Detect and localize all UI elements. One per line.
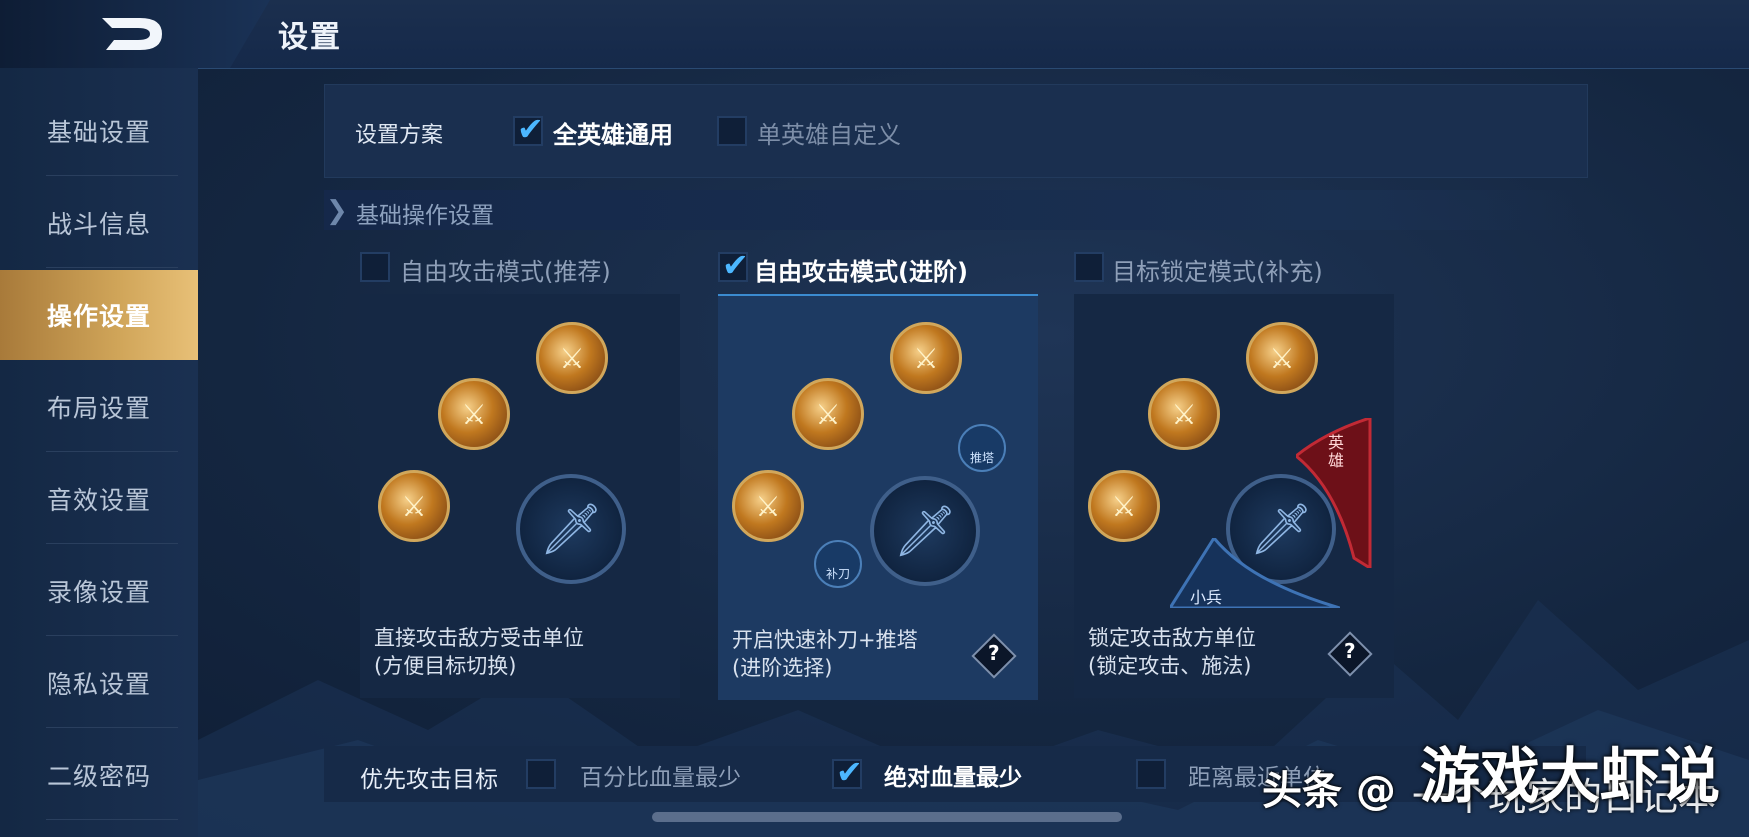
priority-label: 优先攻击目标 [360, 767, 498, 793]
section-title: 基础操作设置 [356, 203, 494, 229]
sidebar-item-secondary-password[interactable]: 二级密码 [0, 730, 198, 820]
help-button[interactable]: ? [1327, 631, 1373, 677]
mode-target-lock-option[interactable]: 目标锁定模式(补充) [1072, 250, 1392, 286]
nearest-unit-checkbox[interactable] [1136, 759, 1166, 789]
help-button[interactable]: ? [971, 633, 1017, 679]
mode-card-target-lock[interactable]: ⚔ ⚔ ⚔ 英雄 🗡 小兵 锁定攻击敌方单位 (锁定攻击、施法) ? [1074, 294, 1394, 698]
lowest-percent-hp-checkbox[interactable] [526, 759, 556, 789]
sidebar-item-label: 布局设置 [46, 394, 151, 423]
desc-line-2: (进阶选择) [732, 656, 833, 680]
mode-free-recommended-label[interactable]: 自由攻击模式(推荐) [400, 252, 611, 287]
sidebar-item-label: 隐私设置 [46, 670, 151, 699]
hero-tab-label: 英雄 [1328, 433, 1345, 470]
mode-free-recommended-option[interactable]: 自由攻击模式(推荐) [358, 250, 678, 286]
sidebar-item-sound[interactable]: 音效设置 [0, 454, 198, 544]
watermark-source: 头条 @ [1262, 768, 1396, 814]
check-icon: ✔ [722, 246, 749, 284]
sidebar-item-label: 操作设置 [46, 302, 151, 331]
skill-2-icon: ⚔ [792, 378, 864, 450]
single-hero-checkbox[interactable] [717, 116, 747, 146]
back-button[interactable] [96, 12, 168, 56]
skill-2-icon: ⚔ [1148, 378, 1220, 450]
mode-card-free-recommended[interactable]: ⚔ ⚔ ⚔ 🗡 直接攻击敌方受击单位 (方便目标切换) [360, 294, 680, 698]
top-bar: 设置 [0, 0, 1749, 69]
page-title: 设置 [278, 20, 342, 55]
chevron-right-icon: ❯ [326, 196, 348, 226]
sidebar-item-basic[interactable]: 基础设置 [0, 86, 198, 176]
skill-1-icon: ⚔ [1088, 470, 1160, 542]
watermark-brand: 游戏大虾说 [1420, 742, 1720, 812]
section-header: ❯ 基础操作设置 [324, 190, 1586, 230]
skill-3-icon: ⚔ [890, 322, 962, 394]
mode-free-advanced-label[interactable]: 自由攻击模式(进阶) [754, 252, 968, 287]
all-heroes-label[interactable]: 全英雄通用 [553, 115, 673, 150]
sidebar-item-label: 音效设置 [46, 486, 151, 515]
lowest-absolute-hp-checkbox[interactable]: ✔ [832, 753, 863, 791]
sidebar: 基础设置 战斗信息 操作设置 布局设置 音效设置 录像设置 隐私设置 二级密码 [0, 68, 198, 837]
basic-attack-icon: 🗡 [516, 474, 626, 584]
sidebar-item-label: 录像设置 [46, 578, 151, 607]
single-hero-label[interactable]: 单英雄自定义 [757, 115, 901, 150]
skill-3-icon: ⚔ [1246, 322, 1318, 394]
last-hit-button: 补刀 [814, 540, 862, 588]
mode-card-description: 锁定攻击敌方单位 (锁定攻击、施法) [1088, 624, 1256, 680]
sidebar-item-label: 战斗信息 [46, 210, 151, 239]
all-heroes-checkbox[interactable]: ✔ [513, 110, 544, 148]
check-icon: ✔ [836, 753, 863, 791]
help-icon: ? [1344, 639, 1356, 664]
scheme-label: 设置方案 [355, 123, 444, 148]
mode-free-advanced-checkbox[interactable]: ✔ [718, 246, 749, 284]
lowest-absolute-hp-label[interactable]: 绝对血量最少 [884, 758, 1022, 792]
skill-3-icon: ⚔ [536, 322, 608, 394]
lowest-percent-hp-label[interactable]: 百分比血量最少 [580, 758, 741, 792]
check-icon: ✔ [517, 110, 544, 148]
sidebar-item-privacy[interactable]: 隐私设置 [0, 638, 198, 728]
mode-card-free-advanced[interactable]: ⚔ ⚔ ⚔ 推塔 🗡 补刀 开启快速补刀+推塔 (进阶选择) ? [718, 294, 1038, 700]
sidebar-item-label: 二级密码 [46, 762, 151, 791]
back-arrow-icon [102, 18, 162, 50]
priority-target-row: 优先攻击目标 百分比血量最少 ✔ 绝对血量最少 距离最近单位 [324, 746, 1586, 802]
desc-line-1: 锁定攻击敌方单位 [1088, 626, 1256, 650]
sidebar-item-replay[interactable]: 录像设置 [0, 546, 198, 636]
mode-free-advanced-option[interactable]: ✔ 自由攻击模式(进阶) [716, 246, 1036, 287]
push-tower-button: 推塔 [958, 424, 1006, 472]
horizontal-scrollbar[interactable] [652, 812, 1122, 822]
desc-line-1: 开启快速补刀+推塔 [732, 628, 918, 652]
sidebar-item-controls[interactable]: 操作设置 [0, 270, 198, 360]
help-icon: ? [988, 641, 1000, 666]
scheme-row: 设置方案 ✔ 全英雄通用 单英雄自定义 [324, 84, 1588, 178]
skill-1-icon: ⚔ [378, 470, 450, 542]
skill-2-icon: ⚔ [438, 378, 510, 450]
mode-card-description: 开启快速补刀+推塔 (进阶选择) [732, 626, 918, 682]
mode-target-lock-label[interactable]: 目标锁定模式(补充) [1112, 252, 1323, 287]
desc-line-2: (方便目标切换) [374, 654, 517, 678]
skill-1-icon: ⚔ [732, 470, 804, 542]
mode-target-lock-checkbox[interactable] [1074, 252, 1104, 282]
minion-tab-label: 小兵 [1190, 588, 1223, 607]
desc-line-2: (锁定攻击、施法) [1088, 654, 1252, 678]
sidebar-item-layout[interactable]: 布局设置 [0, 362, 198, 452]
basic-attack-icon: 🗡 [870, 476, 980, 586]
mode-free-recommended-checkbox[interactable] [360, 252, 390, 282]
sidebar-item-battle-info[interactable]: 战斗信息 [0, 178, 198, 268]
mode-card-description: 直接攻击敌方受击单位 (方便目标切换) [374, 624, 584, 680]
sidebar-item-label: 基础设置 [46, 118, 151, 147]
desc-line-1: 直接攻击敌方受击单位 [374, 626, 584, 650]
